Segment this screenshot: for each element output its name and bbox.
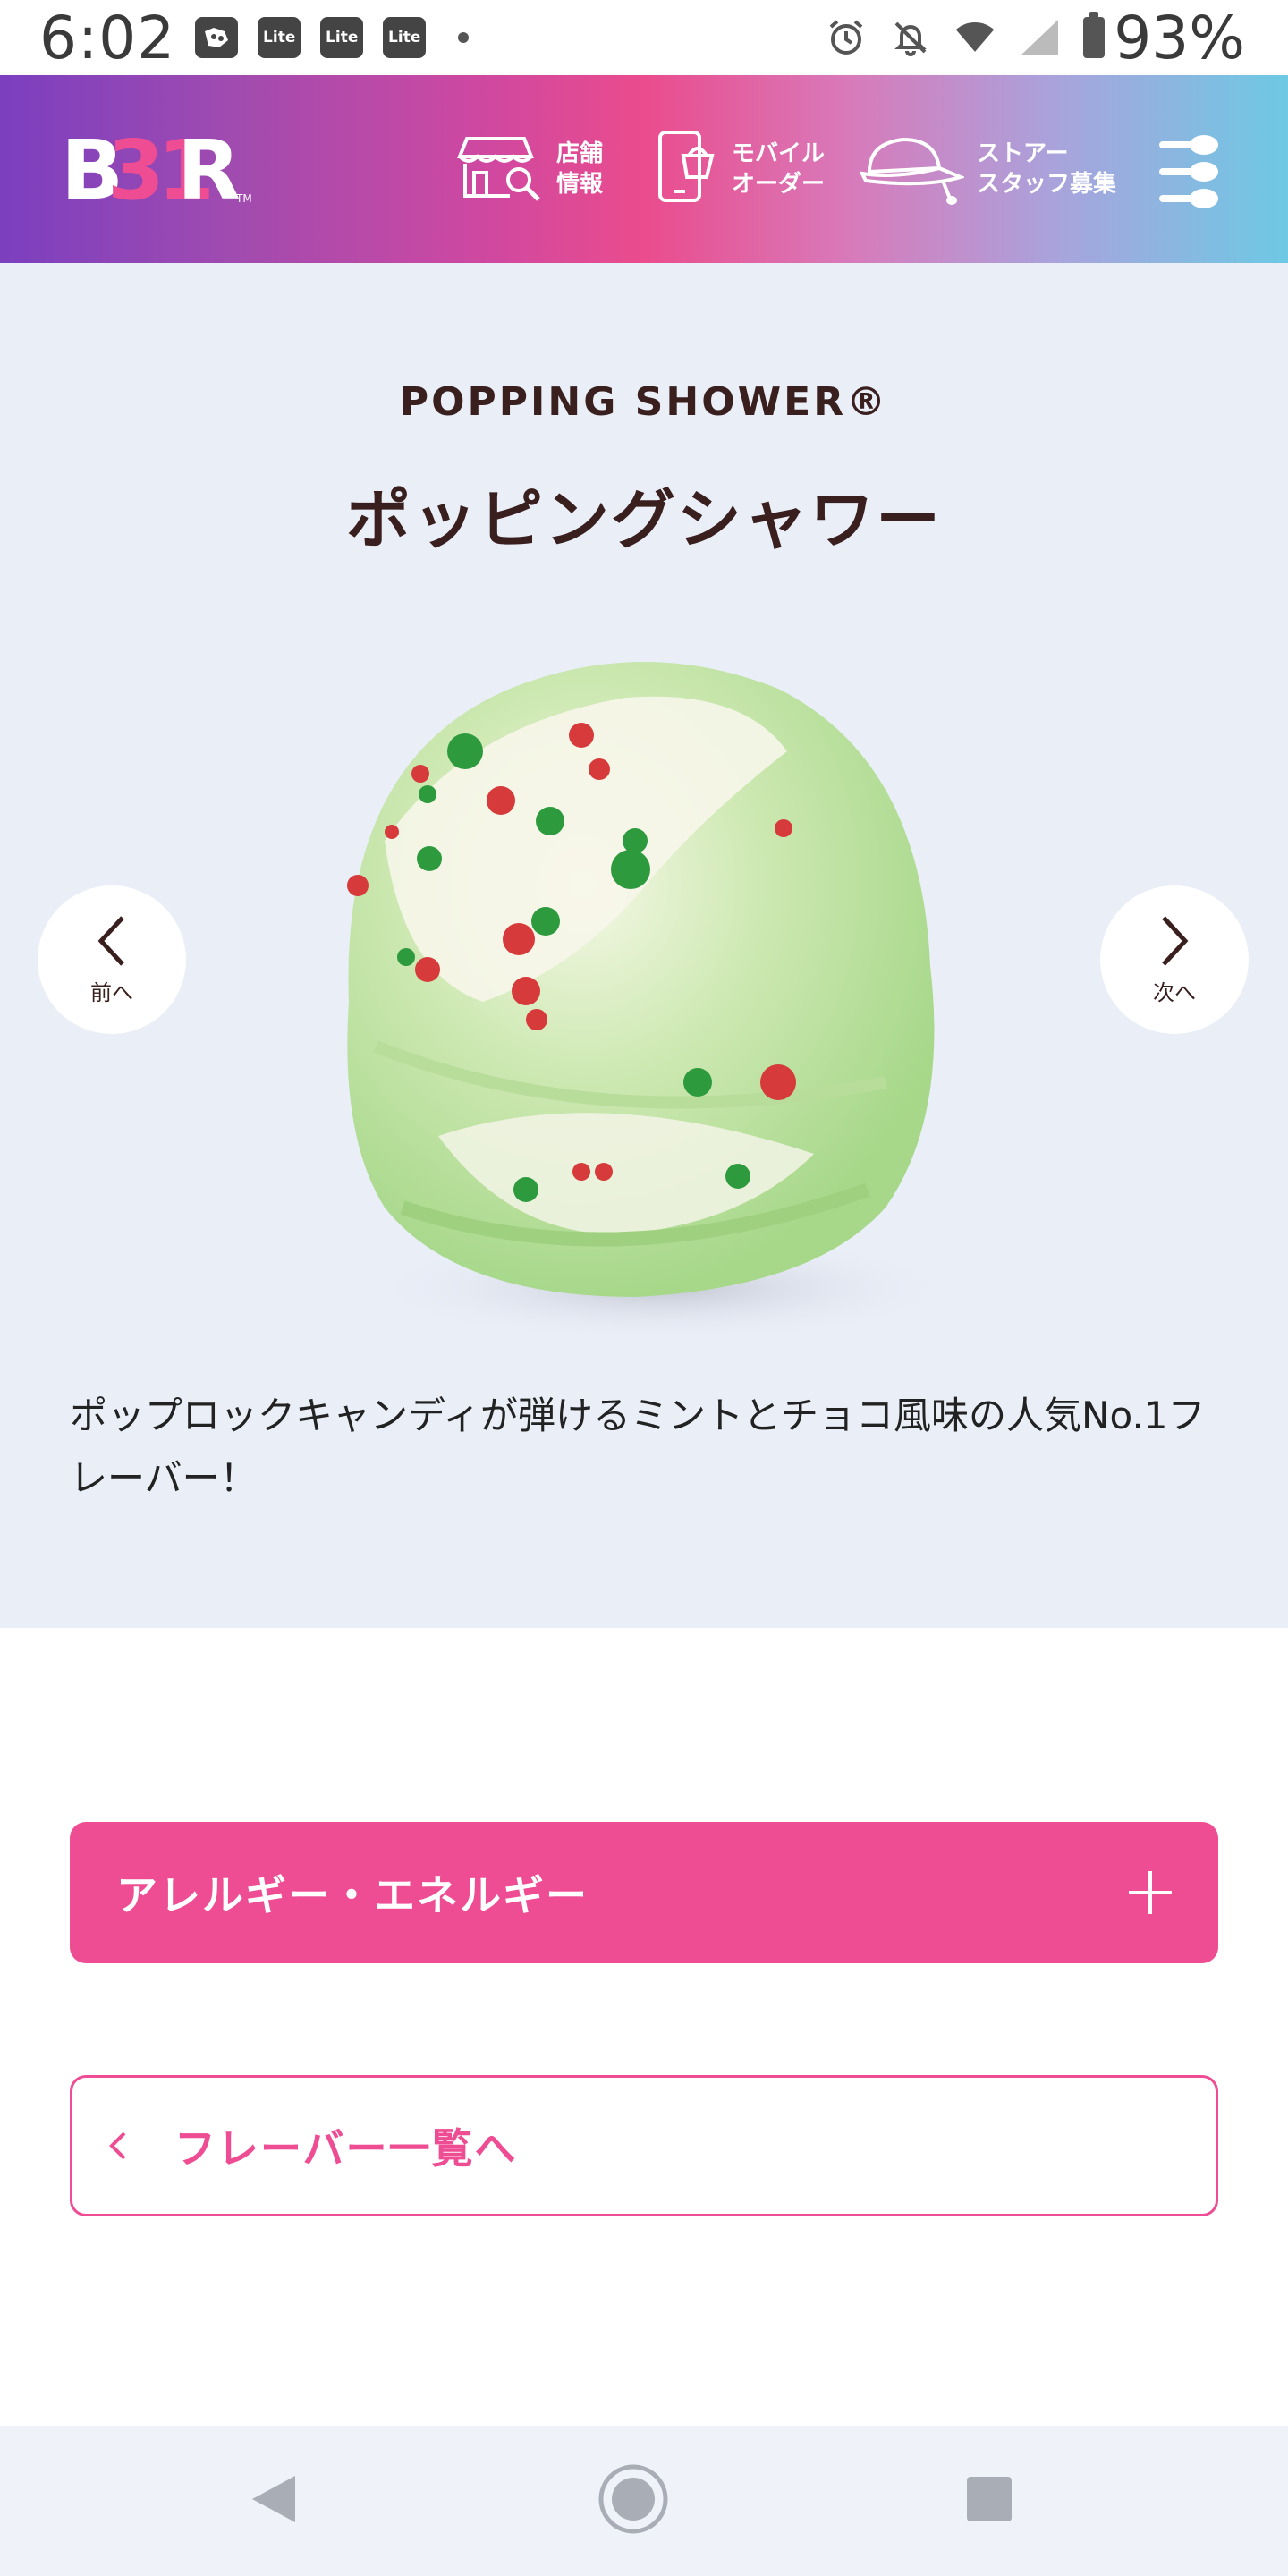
notification-app-icon [195, 17, 239, 58]
status-time: 6:02 [39, 3, 176, 72]
nav-staff-label: ストアー スタッフ募集 [977, 140, 1117, 198]
bell-off-icon [890, 17, 931, 58]
br-logo[interactable]: B 31 R TM [61, 123, 258, 218]
next-flavor-button[interactable]: 次へ [1100, 886, 1249, 1034]
system-recents-button[interactable] [953, 2465, 1025, 2537]
nav-mobile-order[interactable]: モバイル オーダー [657, 120, 825, 218]
signal-icon [1019, 17, 1060, 58]
alarm-icon [826, 17, 867, 58]
svg-text:R: R [177, 127, 241, 216]
status-bar: 6:02 Lite Lite Lite 93% [0, 0, 1288, 75]
chevron-right-icon [1157, 914, 1192, 971]
nav-staff-recruit[interactable]: ストアー スタッフ募集 [859, 120, 1117, 218]
nav-store-label: 店舗 情報 [556, 140, 604, 198]
prev-flavor-button[interactable]: 前へ [38, 886, 186, 1034]
circle-home-icon [597, 2463, 669, 2538]
system-home-button[interactable] [597, 2463, 669, 2538]
flavor-title: ポッピングシャワー [345, 482, 942, 557]
system-nav-bar [0, 2426, 1288, 2576]
next-label: 次へ [1153, 979, 1196, 1005]
spoon-menu-icon [1154, 135, 1234, 216]
system-back-button[interactable] [238, 2465, 309, 2537]
flavor-english-name: POPPING SHOWER® [399, 379, 889, 425]
site-header: B 31 R TM 店舗 情報 モバイル オーダー ストアー スタッフ募集 [0, 75, 1288, 263]
triangle-back-icon [249, 2472, 299, 2529]
battery-percent: 93% [1114, 3, 1245, 72]
cap-icon [859, 129, 966, 209]
wifi-icon [954, 17, 996, 58]
flavor-description: ポップロックキャンディが弾けるミントとチョコ風味の人気No.1フレーバー！ [70, 1394, 1206, 1500]
notification-more-dot [458, 32, 470, 43]
hamburger-menu-button[interactable] [1154, 132, 1234, 213]
prev-label: 前へ [90, 979, 133, 1005]
store-search-icon [454, 131, 544, 207]
notification-lite-icon: Lite [258, 17, 301, 58]
notification-lite-icon: Lite [383, 17, 427, 58]
mobile-order-icon [657, 129, 719, 209]
plus-icon [1129, 1871, 1172, 1914]
back-link-label: フレーバー一覧へ [174, 2124, 518, 2173]
notification-lite-icon: Lite [320, 17, 364, 58]
nav-mobile-label: モバイル オーダー [732, 140, 826, 198]
ice-cream-scoop-image [242, 581, 1046, 1368]
chevron-left-icon [94, 914, 130, 971]
nav-store-info[interactable]: 店舗 情報 [454, 120, 603, 218]
square-recents-icon [965, 2475, 1013, 2527]
flavor-hero: POPPING SHOWER® ポッピングシャワー 前へ 次へ ポップロックキャ… [0, 263, 1288, 1628]
back-to-flavor-list-button[interactable]: フレーバー一覧へ [70, 2075, 1218, 2216]
accordion-label: アレルギー・エネルギー [116, 1871, 589, 1919]
svg-text:TM: TM [235, 192, 252, 205]
chevron-left-icon [103, 2130, 135, 2162]
battery-icon [1083, 12, 1106, 58]
allergy-energy-accordion[interactable]: アレルギー・エネルギー [70, 1822, 1218, 1963]
